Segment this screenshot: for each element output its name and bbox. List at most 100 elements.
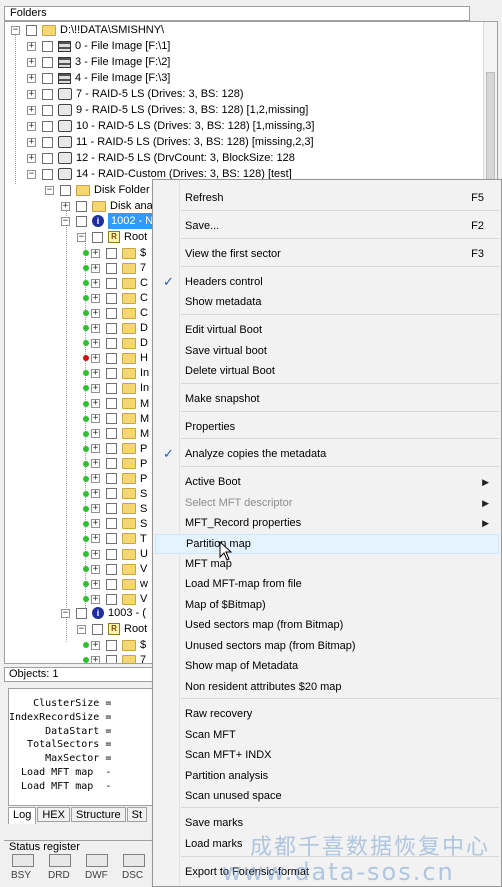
menu-item-raw-recovery[interactable]: Raw recovery	[155, 704, 499, 724]
tree-checkbox[interactable]	[106, 382, 117, 394]
collapse-toggle[interactable]: −	[45, 185, 54, 195]
folder-row[interactable]: + S	[83, 516, 147, 532]
menu-item-refresh[interactable]: Refresh F5	[155, 188, 499, 208]
tree-checkbox[interactable]	[106, 443, 117, 455]
menu-item-show-map-of-metadata[interactable]: Show map of Metadata	[155, 656, 499, 676]
expand-toggle[interactable]: +	[27, 105, 36, 115]
menu-item-partition-map[interactable]: Partition map	[155, 534, 499, 554]
expand-toggle[interactable]: +	[61, 201, 70, 211]
tree-checkbox[interactable]	[106, 352, 117, 364]
tree-checkbox[interactable]	[106, 518, 117, 530]
tree-node-7[interactable]: + 12 - RAID-5 LS (DrvCount: 3, BlockSize…	[27, 150, 295, 166]
folder-row[interactable]: + T	[83, 531, 147, 547]
tab-structure[interactable]: Structure	[70, 807, 126, 822]
folder-row[interactable]: + $	[83, 245, 146, 261]
folder-row[interactable]: + P	[83, 441, 147, 457]
tree-checkbox[interactable]	[106, 548, 117, 560]
expand-toggle[interactable]: +	[91, 504, 100, 514]
expand-toggle[interactable]: +	[91, 308, 100, 318]
menu-item-map-of-bitmap[interactable]: Map of $Bitmap)	[155, 595, 499, 615]
folder-row[interactable]: + P	[83, 456, 147, 472]
tree-checkbox[interactable]	[60, 184, 71, 196]
tree-node-6[interactable]: + 11 - RAID-5 LS (Drives: 3, BS: 128) [m…	[27, 134, 314, 150]
menu-item-scan-unused-space[interactable]: Scan unused space	[155, 786, 499, 806]
expand-toggle[interactable]: +	[91, 368, 100, 378]
tree-checkbox[interactable]	[76, 200, 87, 212]
tree-node-1003[interactable]: − i 1003 - (	[61, 605, 146, 621]
folder-row[interactable]: + D	[83, 320, 148, 336]
menu-item-analyze-copies-the-metadata[interactable]: ✓ Analyze copies the metadata	[155, 444, 499, 464]
tree-checkbox[interactable]	[42, 136, 53, 148]
expand-toggle[interactable]: +	[27, 57, 36, 67]
expand-toggle[interactable]: +	[91, 579, 100, 589]
tree-checkbox[interactable]	[106, 578, 117, 590]
expand-toggle[interactable]: +	[91, 338, 100, 348]
tree-checkbox[interactable]	[106, 488, 117, 500]
tree-checkbox[interactable]	[106, 277, 117, 289]
tree-checkbox[interactable]	[106, 503, 117, 515]
tab-st[interactable]: St	[126, 807, 148, 822]
collapse-toggle[interactable]: −	[77, 232, 86, 242]
menu-item-save-virtual-boot[interactable]: Save virtual boot	[155, 341, 499, 361]
tree-node-disk-folder[interactable]: − Disk Folder R	[45, 182, 161, 198]
tree-checkbox[interactable]	[106, 593, 117, 605]
tree-checkbox[interactable]	[106, 322, 117, 334]
expand-toggle[interactable]: +	[91, 323, 100, 333]
tree-checkbox[interactable]	[92, 623, 103, 635]
tree-checkbox[interactable]	[42, 152, 53, 164]
folder-row[interactable]: + V	[83, 561, 147, 577]
expand-toggle[interactable]: +	[91, 429, 100, 439]
tree-checkbox[interactable]	[106, 413, 117, 425]
expand-toggle[interactable]: +	[91, 489, 100, 499]
folder-row[interactable]: + w	[83, 576, 148, 592]
tree-checkbox[interactable]	[42, 104, 53, 116]
expand-toggle[interactable]: +	[27, 121, 36, 131]
tree-node-4[interactable]: + 9 - RAID-5 LS (Drives: 3, BS: 128) [1,…	[27, 102, 308, 118]
collapse-toggle[interactable]: −	[27, 169, 36, 179]
expand-toggle[interactable]: +	[91, 594, 100, 604]
tab-hex[interactable]: HEX	[37, 807, 70, 822]
menu-item-view-the-first-sector[interactable]: View the first sector F3	[155, 244, 499, 264]
folder-row[interactable]: + M	[83, 411, 149, 427]
tree-checkbox[interactable]	[106, 307, 117, 319]
expand-toggle[interactable]: +	[91, 459, 100, 469]
tree-checkbox[interactable]	[42, 168, 53, 180]
menu-item-non-resident-attributes-20-map[interactable]: Non resident attributes $20 map	[155, 677, 499, 697]
tree-checkbox[interactable]	[106, 398, 117, 409]
expand-toggle[interactable]: +	[91, 474, 100, 484]
folder-row[interactable]: + In	[83, 380, 149, 396]
tree-checkbox[interactable]	[42, 56, 53, 68]
menu-item-scan-mft[interactable]: Scan MFT	[155, 725, 499, 745]
expand-toggle[interactable]: +	[27, 41, 36, 51]
folder-row[interactable]: + C	[83, 305, 148, 321]
expand-toggle[interactable]: +	[91, 444, 100, 454]
menu-item-unused-sectors-map-from-bitmap[interactable]: Unused sectors map (from Bitmap)	[155, 636, 499, 656]
expand-toggle[interactable]: +	[27, 153, 36, 163]
expand-toggle[interactable]: +	[91, 248, 100, 258]
expand-toggle[interactable]: +	[91, 353, 100, 363]
tree-checkbox[interactable]	[106, 428, 117, 440]
expand-toggle[interactable]: +	[91, 564, 100, 574]
tree-checkbox[interactable]	[42, 120, 53, 132]
folder-row[interactable]: + U	[83, 546, 148, 562]
tree-checkbox[interactable]	[106, 292, 117, 304]
tree-checkbox[interactable]	[26, 24, 37, 36]
folder-row[interactable]: + In	[83, 365, 149, 381]
menu-item-mft-map[interactable]: MFT map	[155, 554, 499, 574]
tree-checkbox[interactable]	[106, 262, 117, 274]
tree-checkbox[interactable]	[106, 639, 117, 651]
tree-node-root[interactable]: − R Root	[77, 229, 147, 245]
menu-item-show-metadata[interactable]: Show metadata	[155, 292, 499, 312]
menu-item-delete-virtual-boot[interactable]: Delete virtual Boot	[155, 361, 499, 381]
tree-checkbox[interactable]	[92, 231, 103, 243]
folder-row[interactable]: + C	[83, 275, 148, 291]
expand-toggle[interactable]: +	[27, 89, 36, 99]
tree-node-3[interactable]: + 7 - RAID-5 LS (Drives: 3, BS: 128)	[27, 86, 244, 102]
tree-checkbox[interactable]	[106, 473, 117, 485]
menu-item-save[interactable]: Save... F2	[155, 216, 499, 236]
folder-row[interactable]: +7	[83, 260, 146, 276]
menu-item-scan-mft-indx[interactable]: Scan MFT+ INDX	[155, 745, 499, 765]
tree-checkbox[interactable]	[76, 607, 87, 619]
tree-checkbox[interactable]	[106, 654, 117, 663]
collapse-toggle[interactable]: −	[77, 624, 86, 634]
